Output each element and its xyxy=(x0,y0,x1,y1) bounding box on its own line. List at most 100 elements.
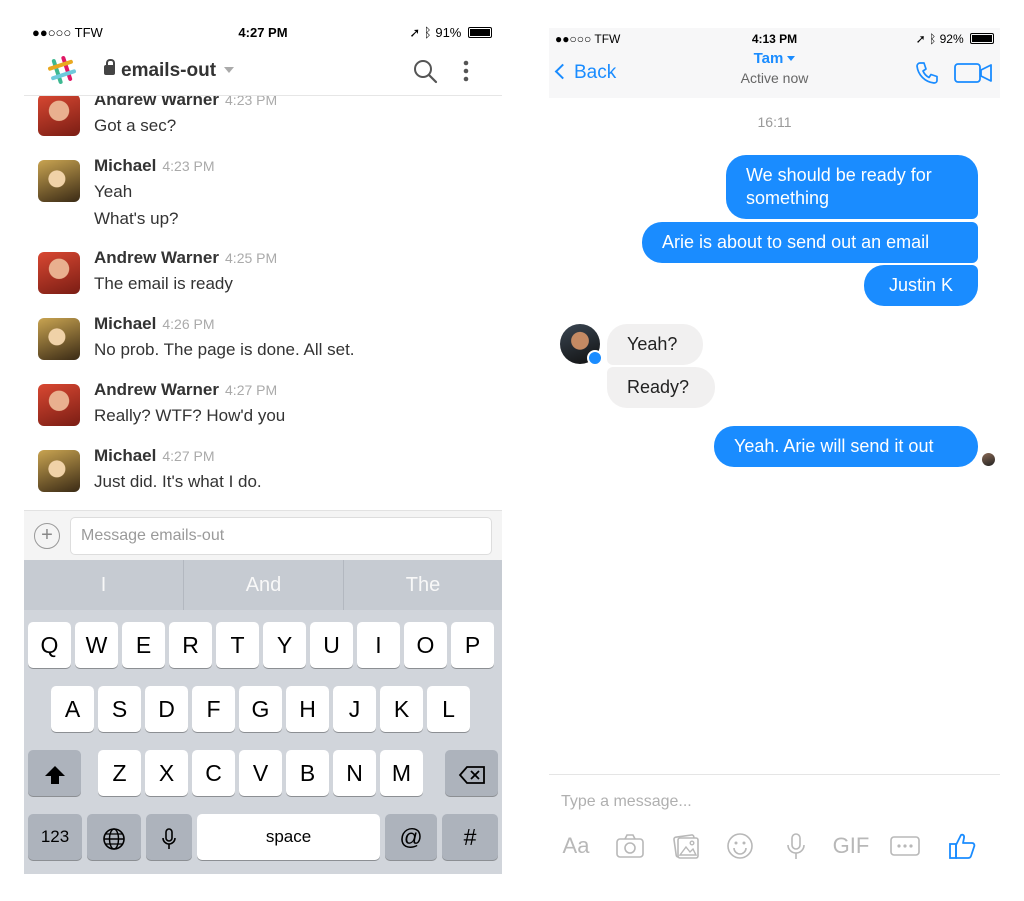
message-text: Yeah xyxy=(94,182,133,201)
message-list[interactable]: Andrew Warner 4:23 PM Got a sec? Michael 4… xyxy=(24,96,502,508)
message-text: No prob. The page is done. All set. xyxy=(94,340,355,359)
slack-logo-icon xyxy=(47,55,77,85)
key-x[interactable]: X xyxy=(145,750,188,796)
battery-fill xyxy=(470,29,491,36)
avatar[interactable] xyxy=(38,252,80,294)
message-input[interactable] xyxy=(70,517,492,555)
message-text: Really? WTF? How'd you xyxy=(94,406,286,425)
dictation-key[interactable] xyxy=(146,814,192,860)
key-z[interactable]: Z xyxy=(98,750,141,796)
chevron-down-icon xyxy=(787,56,796,61)
location-icon: ➚ xyxy=(915,32,926,46)
suggestion-item[interactable]: And xyxy=(184,560,343,610)
author-name[interactable]: Andrew Warner xyxy=(94,380,219,399)
location-icon: ➚ xyxy=(409,25,421,40)
video-call-icon[interactable] xyxy=(953,62,993,84)
key-o[interactable]: O xyxy=(404,622,447,668)
key-a[interactable]: A xyxy=(51,686,94,732)
key-h[interactable]: H xyxy=(286,686,329,732)
phone-icon[interactable] xyxy=(914,60,940,86)
gif-button[interactable]: GIF xyxy=(831,831,871,861)
key-q[interactable]: Q xyxy=(28,622,71,668)
key-r[interactable]: R xyxy=(169,622,212,668)
key-d[interactable]: D xyxy=(145,686,188,732)
author-name[interactable]: Andrew Warner xyxy=(94,96,219,109)
author-name[interactable]: Michael xyxy=(94,156,156,175)
suggestion-bar: I And The xyxy=(24,560,502,610)
key-p[interactable]: P xyxy=(451,622,494,668)
outgoing-message[interactable]: Justin K xyxy=(864,265,978,306)
key-t[interactable]: T xyxy=(216,622,259,668)
slack-screen: ●●○○○ TFW 4:27 PM ➚ ᛒ 91% emails-out And… xyxy=(24,18,502,874)
gallery-icon[interactable] xyxy=(671,831,701,861)
key-e[interactable]: E xyxy=(122,622,165,668)
message-text: What's up? xyxy=(94,209,179,228)
avatar[interactable] xyxy=(38,384,80,426)
more-icon[interactable] xyxy=(889,831,921,861)
message-header: Michael 4:23 PM xyxy=(94,156,215,176)
outgoing-message[interactable]: Arie is about to send out an email xyxy=(642,222,978,263)
at-key[interactable]: @ xyxy=(385,814,437,860)
message-header: Andrew Warner 4:25 PM xyxy=(94,248,277,268)
contact-avatar[interactable] xyxy=(560,324,603,366)
camera-icon[interactable] xyxy=(615,831,645,861)
globe-key[interactable] xyxy=(87,814,141,860)
message-time: 4:27 PM xyxy=(225,382,278,398)
avatar[interactable] xyxy=(38,96,80,136)
numbers-key[interactable]: 123 xyxy=(28,814,82,860)
messenger-screen: ●●○○○ TFW 4:13 PM ➚ ᛒ 92% Back Tam Activ… xyxy=(549,28,1000,874)
suggestion-item[interactable]: The xyxy=(344,560,502,610)
lock-icon xyxy=(104,59,115,75)
text-tool-button[interactable]: Aa xyxy=(561,831,591,861)
key-m[interactable]: M xyxy=(380,750,423,796)
author-name[interactable]: Andrew Warner xyxy=(94,248,219,267)
key-l[interactable]: L xyxy=(427,686,470,732)
delete-key[interactable] xyxy=(445,750,498,796)
key-n[interactable]: N xyxy=(333,750,376,796)
emoji-icon[interactable] xyxy=(725,831,755,861)
shift-key[interactable] xyxy=(28,750,81,796)
space-key[interactable]: space xyxy=(197,814,380,860)
key-k[interactable]: K xyxy=(380,686,423,732)
author-name[interactable]: Michael xyxy=(94,314,156,333)
key-j[interactable]: J xyxy=(333,686,376,732)
channel-name: emails-out xyxy=(121,60,217,81)
key-y[interactable]: Y xyxy=(263,622,306,668)
message-header: Andrew Warner 4:23 PM xyxy=(94,96,277,110)
outgoing-message[interactable]: We should be ready for something xyxy=(726,155,978,219)
message-input[interactable] xyxy=(561,789,981,815)
channel-switcher[interactable]: emails-out xyxy=(104,59,235,82)
messenger-header: ●●○○○ TFW 4:13 PM ➚ ᛒ 92% Back Tam Activ… xyxy=(549,28,1000,98)
key-b[interactable]: B xyxy=(286,750,329,796)
avatar[interactable] xyxy=(38,160,80,202)
outgoing-message[interactable]: Yeah. Arie will send it out xyxy=(714,426,978,467)
backspace-icon xyxy=(458,766,485,784)
incoming-message[interactable]: Ready? xyxy=(607,367,715,408)
key-v[interactable]: V xyxy=(239,750,282,796)
avatar[interactable] xyxy=(38,450,80,492)
hash-key[interactable]: # xyxy=(442,814,498,860)
thumbs-up-icon[interactable] xyxy=(947,831,977,861)
incoming-message[interactable]: Yeah? xyxy=(607,324,703,365)
microphone-icon xyxy=(162,828,176,849)
message-time: 4:23 PM xyxy=(162,158,215,174)
key-s[interactable]: S xyxy=(98,686,141,732)
more-options-icon[interactable] xyxy=(458,58,474,84)
avatar[interactable] xyxy=(38,318,80,360)
key-c[interactable]: C xyxy=(192,750,235,796)
conversation-timestamp: 16:11 xyxy=(757,114,792,130)
message-text: Just did. It's what I do. xyxy=(94,472,262,491)
key-f[interactable]: F xyxy=(192,686,235,732)
chevron-down-icon xyxy=(224,67,235,73)
author-name[interactable]: Michael xyxy=(94,446,156,465)
key-g[interactable]: G xyxy=(239,686,282,732)
microphone-icon[interactable] xyxy=(781,831,811,861)
keyboard: I And The Q W E R T Y U I O P A S D F G … xyxy=(24,560,502,874)
add-attachment-button[interactable]: + xyxy=(34,523,60,549)
key-w[interactable]: W xyxy=(75,622,118,668)
search-icon[interactable] xyxy=(412,58,438,84)
suggestion-item[interactable]: I xyxy=(24,560,183,610)
messenger-composer: Aa GIF xyxy=(549,774,1000,874)
key-i[interactable]: I xyxy=(357,622,400,668)
key-u[interactable]: U xyxy=(310,622,353,668)
